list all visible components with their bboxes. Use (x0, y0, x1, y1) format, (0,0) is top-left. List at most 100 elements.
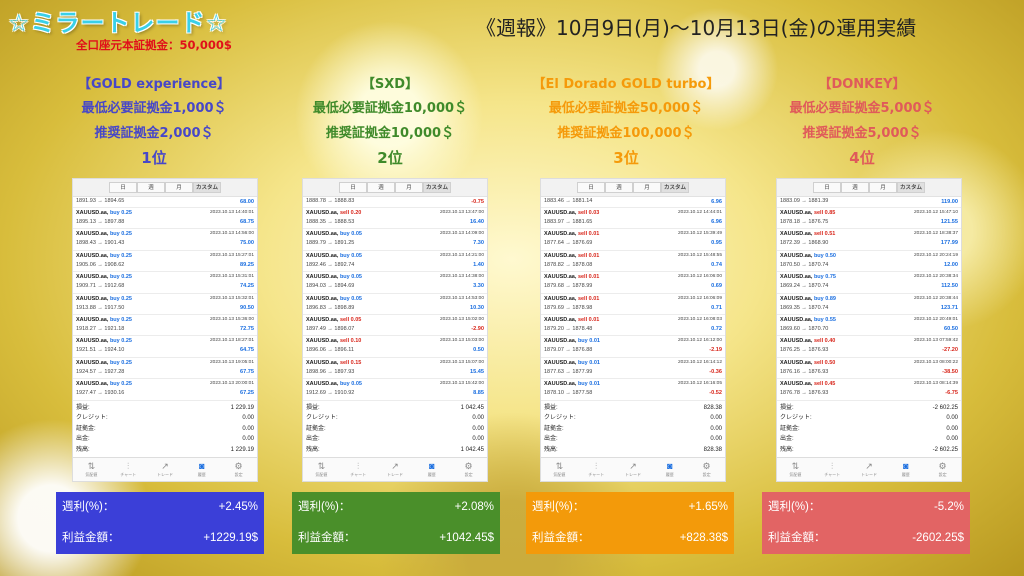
deal-row[interactable]: XAUUSD.aa, sell 0.01 1879.68 → 1878.99 2… (541, 272, 725, 294)
deal-row[interactable]: XAUUSD.aa, sell 0.20 1888.35 → 1888.53 2… (303, 208, 487, 230)
tab-period[interactable]: 週 (367, 182, 395, 193)
nav-item[interactable]: ⫶ チャート (343, 461, 373, 478)
deal-row[interactable]: 1883.09 → 1881.39 119.00 (777, 197, 961, 208)
nav-item[interactable]: ⫶ チャート (581, 461, 611, 478)
nav-item[interactable]: ⫶ チャート (113, 461, 143, 478)
nav-item[interactable]: ⚙ 設定 (928, 461, 958, 478)
tab-period[interactable]: カスタム (193, 182, 221, 193)
tab-period[interactable]: 週 (841, 182, 869, 193)
tab-period[interactable]: カスタム (423, 182, 451, 193)
deal-row[interactable]: XAUUSD.aa, buy 0.25 1924.57 → 1927.28 20… (73, 358, 257, 380)
deal-row[interactable]: XAUUSD.aa, sell 0.01 1878.82 → 1878.08 2… (541, 251, 725, 273)
nav-item[interactable]: ↗ トレード (150, 461, 180, 478)
profit-value: +828.38$ (679, 532, 728, 544)
tab-period[interactable]: 日 (109, 182, 137, 193)
summary-value: 0.00 (242, 436, 254, 443)
nav-item[interactable]: ◙ 履歴 (891, 461, 921, 478)
tab-period[interactable]: 週 (605, 182, 633, 193)
deal-row[interactable]: XAUUSD.aa, buy 0.05 1896.83 → 1898.89 20… (303, 294, 487, 315)
deal-row[interactable]: XAUUSD.aa, sell 0.51 1872.39 → 1868.90 2… (777, 229, 961, 251)
nav-item[interactable]: ◙ 履歴 (187, 461, 217, 478)
deal-prices: 1927.47 → 1930.16 (76, 390, 125, 397)
deal-row[interactable]: XAUUSD.aa, sell 0.15 1898.96 → 1897.93 2… (303, 358, 487, 380)
deal-row[interactable]: XAUUSD.aa, buy 0.55 1869.60 → 1870.70 20… (777, 315, 961, 337)
tab-period[interactable]: カスタム (897, 182, 925, 193)
nav-item[interactable]: ⇅ 気配値 (780, 461, 810, 478)
nav-item[interactable]: ↗ トレード (854, 461, 884, 478)
nav-item[interactable]: ⚙ 設定 (454, 461, 484, 478)
tab-period[interactable]: 日 (339, 182, 367, 193)
deal-row[interactable]: XAUUSD.aa, sell 0.10 1896.06 → 1896.11 2… (303, 336, 487, 358)
weekly-result-box: 週利(%)： +1.65% 利益金額： +828.38$ (526, 492, 734, 554)
tab-period[interactable]: 日 (813, 182, 841, 193)
nav-item[interactable]: ⚙ 設定 (224, 461, 254, 478)
tab-period[interactable]: 月 (395, 182, 423, 193)
deal-row[interactable]: XAUUSD.aa, buy 0.25 1895.13 → 1897.88 20… (73, 208, 257, 230)
tab-period[interactable]: 月 (633, 182, 661, 193)
deal-datetime: 2023.10.13 15:31:01 (209, 274, 254, 280)
nav-label: トレード (860, 472, 877, 477)
nav-item[interactable]: ◙ 履歴 (417, 461, 447, 478)
deal-row[interactable]: XAUUSD.aa, buy 0.89 1869.35 → 1870.74 20… (777, 294, 961, 315)
deal-prices: 1889.79 → 1891.25 (306, 240, 355, 247)
deal-row[interactable]: XAUUSD.aa, sell 0.01 1879.20 → 1878.48 2… (541, 315, 725, 337)
nav-item[interactable]: ◙ 履歴 (655, 461, 685, 478)
deal-row[interactable]: XAUUSD.aa, buy 0.05 1889.79 → 1891.25 20… (303, 229, 487, 251)
deal-row[interactable]: XAUUSD.aa, sell 0.45 1876.78 → 1876.93 2… (777, 379, 961, 401)
nav-item[interactable]: ⇅ 気配値 (544, 461, 574, 478)
deal-direction: sell (577, 210, 588, 216)
nav-item[interactable]: ⇅ 気配値 (76, 461, 106, 478)
deal-row[interactable]: XAUUSD.aa, buy 0.50 1870.50 → 1870.74 20… (777, 251, 961, 273)
tab-period[interactable]: 週 (137, 182, 165, 193)
trade-icon: ↗ (161, 461, 169, 471)
deal-row[interactable]: XAUUSD.aa, buy 0.01 1878.10 → 1877.58 20… (541, 379, 725, 401)
recommended-margin: 推奨証拠金5,000＄ (802, 126, 922, 141)
deal-row[interactable]: XAUUSD.aa, sell 0.01 1879.69 → 1878.98 2… (541, 294, 725, 315)
deal-direction: sell (577, 316, 588, 323)
nav-item[interactable]: ↗ トレード (380, 461, 410, 478)
profit-label: 利益金額： (62, 532, 120, 544)
nav-item[interactable]: ⚙ 設定 (692, 461, 722, 478)
deal-row[interactable]: XAUUSD.aa, sell 0.05 1897.49 → 1898.07 2… (303, 315, 487, 337)
deal-row[interactable]: XAUUSD.aa, buy 0.25 1905.06 → 1908.62 20… (73, 251, 257, 273)
deal-row[interactable]: XAUUSD.aa, sell 0.85 1878.18 → 1876.75 2… (777, 208, 961, 230)
tab-period[interactable]: 月 (869, 182, 897, 193)
deal-row[interactable]: XAUUSD.aa, buy 0.05 1894.03 → 1894.69 20… (303, 272, 487, 294)
tab-period[interactable]: 日 (577, 182, 605, 193)
nav-item[interactable]: ⇅ 気配値 (306, 461, 336, 478)
deal-profit: 119.00 (941, 199, 958, 205)
deal-row[interactable]: XAUUSD.aa, sell 0.50 1876.16 → 1876.93 2… (777, 358, 961, 380)
summary-label: 証拠金: (76, 425, 96, 432)
deal-profit: 0.69 (711, 283, 722, 290)
deal-row[interactable]: XAUUSD.aa, buy 0.01 1877.63 → 1877.99 20… (541, 358, 725, 380)
deal-row[interactable]: 1883.46 → 1881.14 6.96 (541, 197, 725, 208)
deal-row[interactable]: XAUUSD.aa, sell 0.40 1876.25 → 1876.93 2… (777, 336, 961, 358)
deal-row[interactable]: XAUUSD.aa, buy 0.01 1879.07 → 1876.88 20… (541, 336, 725, 358)
deal-row[interactable]: 1888.78 → 1888.83 -0.75 (303, 197, 487, 208)
nav-label: 気配値 (315, 472, 328, 477)
deal-row[interactable]: XAUUSD.aa, sell 0.01 1877.64 → 1876.69 2… (541, 229, 725, 251)
deal-profit: 0.72 (711, 325, 722, 332)
tab-period[interactable]: カスタム (661, 182, 689, 193)
deal-prices: 1912.69 → 1910.92 (306, 390, 355, 397)
deal-profit: 1.40 (473, 261, 484, 268)
deal-row[interactable]: XAUUSD.aa, buy 0.05 1912.69 → 1910.92 20… (303, 379, 487, 401)
deal-row[interactable]: XAUUSD.aa, buy 0.25 1909.71 → 1912.68 20… (73, 272, 257, 294)
nav-label: チャート (824, 472, 841, 477)
nav-item[interactable]: ⫶ チャート (817, 461, 847, 478)
deal-row[interactable]: XAUUSD.aa, buy 0.75 1869.24 → 1870.74 20… (777, 272, 961, 294)
deal-row[interactable]: 1891.93 → 1894.65 68.00 (73, 197, 257, 208)
deal-row[interactable]: XAUUSD.aa, buy 0.25 1918.27 → 1921.18 20… (73, 315, 257, 337)
deal-row[interactable]: XAUUSD.aa, sell 0.03 1883.97 → 1881.65 2… (541, 208, 725, 230)
deal-row[interactable]: XAUUSD.aa, buy 0.25 1913.88 → 1917.50 20… (73, 294, 257, 315)
deal-datetime: 2023.10.13 08:00:22 (913, 359, 958, 365)
deal-row[interactable]: XAUUSD.aa, buy 0.05 1892.46 → 1892.74 20… (303, 251, 487, 273)
summary-value: 0.00 (472, 415, 484, 422)
deal-row[interactable]: XAUUSD.aa, buy 0.25 1921.51 → 1924.10 20… (73, 336, 257, 358)
deal-row[interactable]: XAUUSD.aa, buy 0.25 1898.43 → 1901.43 20… (73, 229, 257, 251)
tab-period[interactable]: 月 (165, 182, 193, 193)
deal-datetime: 2023.10.12 15:39:49 (677, 231, 722, 237)
weekly-rate-label: 週利(%)： (768, 501, 821, 513)
nav-item[interactable]: ↗ トレード (618, 461, 648, 478)
deal-row[interactable]: XAUUSD.aa, buy 0.25 1927.47 → 1930.16 20… (73, 379, 257, 401)
